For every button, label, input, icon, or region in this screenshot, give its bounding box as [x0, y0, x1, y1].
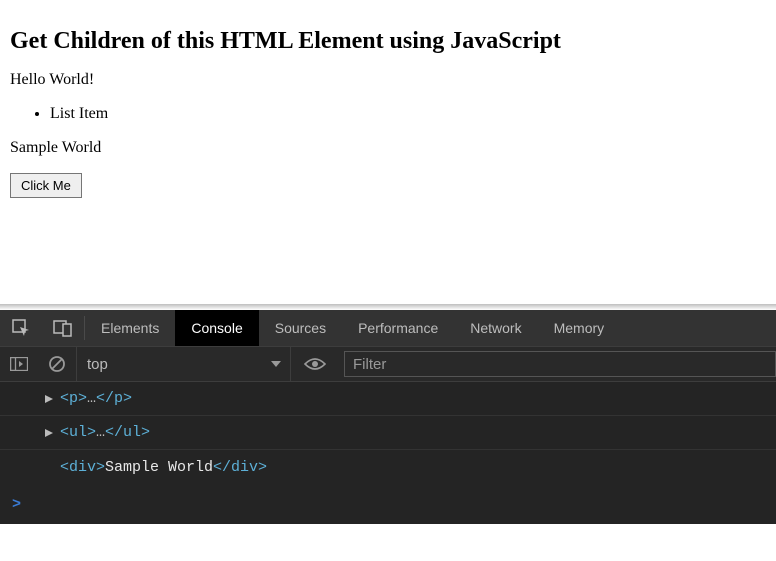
- devtools-tabbar: Elements Console Sources Performance Net…: [0, 310, 776, 346]
- log-tag-close: </p>: [96, 390, 132, 407]
- sample-list: List Item: [10, 105, 766, 123]
- filter-input[interactable]: Filter: [344, 351, 776, 377]
- console-log-row[interactable]: <ul>…</ul>: [0, 416, 776, 450]
- log-ellipsis: …: [87, 390, 96, 407]
- log-tag-open: <ul>: [60, 424, 96, 441]
- prompt-chevron-icon: >: [12, 496, 21, 513]
- live-expression-icon[interactable]: [290, 347, 338, 381]
- chevron-down-icon: [270, 358, 282, 370]
- console-toolbar: top Filter: [0, 346, 776, 382]
- log-tag-open: <div>: [60, 459, 105, 476]
- tab-network[interactable]: Network: [454, 310, 537, 346]
- console-sidebar-toggle-icon[interactable]: [0, 347, 38, 381]
- device-toggle-icon[interactable]: [42, 310, 84, 346]
- disclosure-triangle-icon[interactable]: [44, 428, 54, 438]
- execution-context-label: top: [87, 356, 108, 373]
- log-tag-open: <p>: [60, 390, 87, 407]
- log-text: Sample World: [105, 459, 213, 476]
- tab-performance[interactable]: Performance: [342, 310, 454, 346]
- list-item: List Item: [50, 105, 766, 123]
- devtools-panel: Elements Console Sources Performance Net…: [0, 304, 776, 524]
- execution-context-selector[interactable]: top: [76, 347, 290, 381]
- click-me-button[interactable]: Click Me: [10, 173, 82, 198]
- console-prompt[interactable]: >: [0, 484, 776, 524]
- tab-elements[interactable]: Elements: [85, 310, 175, 346]
- tab-console[interactable]: Console: [175, 310, 258, 346]
- page-heading: Get Children of this HTML Element using …: [10, 28, 766, 55]
- inspect-element-icon[interactable]: [0, 310, 42, 346]
- tab-sources[interactable]: Sources: [259, 310, 342, 346]
- hello-paragraph: Hello World!: [10, 71, 766, 89]
- console-output: <p>…</p> <ul>…</ul> <div>Sample World</d…: [0, 382, 776, 524]
- disclosure-triangle-icon[interactable]: [44, 394, 54, 404]
- sample-div: Sample World: [10, 139, 766, 157]
- console-log-row[interactable]: <div>Sample World</div>: [0, 450, 776, 484]
- log-ellipsis: …: [96, 424, 105, 441]
- log-tag-close: </ul>: [105, 424, 150, 441]
- tab-memory[interactable]: Memory: [538, 310, 621, 346]
- log-tag-close: </div>: [213, 459, 267, 476]
- console-log-row[interactable]: <p>…</p>: [0, 382, 776, 416]
- page-content: Get Children of this HTML Element using …: [0, 0, 776, 304]
- clear-console-icon[interactable]: [38, 347, 76, 381]
